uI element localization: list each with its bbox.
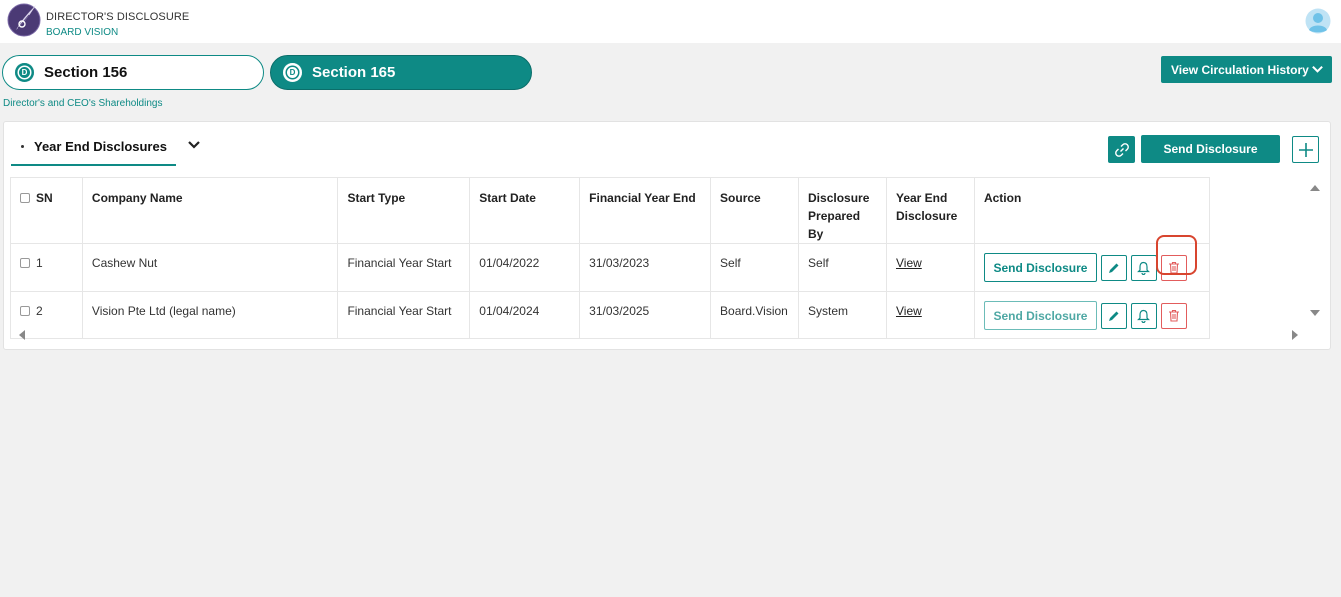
view-link[interactable]: View <box>896 256 922 270</box>
cell-source: Board.Vision <box>710 291 800 339</box>
link-icon <box>1114 142 1129 157</box>
cell-action: Send Disclosure <box>973 243 1211 292</box>
cell-company-name: Cashew Nut <box>81 243 339 292</box>
chevron-down-icon <box>1312 65 1323 73</box>
header-ye-line2: Disclosure <box>895 209 958 223</box>
bell-icon <box>1137 309 1151 323</box>
cell-year-end-disclosure: View <box>885 243 975 292</box>
section-165-pill[interactable]: D Section 165 <box>270 55 532 90</box>
section-badge: D <box>283 63 302 82</box>
row-send-disclosure-button[interactable]: Send Disclosure <box>983 253 1097 282</box>
header-prepared-by[interactable]: Disclosure Prepared By <box>798 177 887 244</box>
row-sn: 1 <box>36 256 43 270</box>
cell-year-end-disclosure: View <box>885 291 975 339</box>
table-header-row: SN Company Name Start Type Start Date Fi… <box>10 177 1211 244</box>
cell-company-name: Vision Pte Ltd (legal name) <box>81 291 339 339</box>
cell-prepared-by: Self <box>798 243 887 292</box>
circulation-button-label: View Circulation History <box>1171 62 1309 77</box>
pencil-icon <box>1108 263 1119 273</box>
scroll-down-arrow[interactable] <box>1310 310 1320 316</box>
header-start-type[interactable]: Start Type <box>337 177 471 244</box>
section-label: Section 165 <box>312 64 396 81</box>
view-link[interactable]: View <box>896 304 922 318</box>
cell-start-date: 01/04/2022 <box>469 243 581 292</box>
header-sn-label: SN <box>36 191 53 205</box>
scroll-up-arrow[interactable] <box>1310 185 1320 191</box>
cell-start-type: Financial Year Start <box>337 243 471 292</box>
header-year-end-disclosure[interactable]: Year End Disclosure <box>885 177 975 244</box>
tab-label: Year End Disclosures <box>34 139 167 154</box>
header-sn: SN <box>10 177 83 244</box>
cell-financial-year-end: 31/03/2023 <box>579 243 712 292</box>
scroll-right-arrow[interactable] <box>1292 330 1298 340</box>
user-avatar-icon[interactable] <box>1305 8 1331 34</box>
table-row: 1 Cashew Nut Financial Year Start 01/04/… <box>10 243 1211 292</box>
disclosures-table-container: SN Company Name Start Type Start Date Fi… <box>10 177 1211 339</box>
chevron-down-icon[interactable] <box>187 138 201 152</box>
row-sn: 2 <box>36 304 43 318</box>
header-prepared-by-line2: Prepared By <box>808 209 861 241</box>
cell-action: Send Disclosure <box>973 291 1211 339</box>
pencil-icon <box>1108 311 1119 321</box>
bell-icon <box>1137 261 1151 275</box>
scroll-left-arrow[interactable] <box>19 330 25 340</box>
select-all-checkbox[interactable] <box>20 193 30 203</box>
tab-year-end-disclosures[interactable]: Year End Disclosures <box>11 129 176 166</box>
row-checkbox[interactable] <box>20 258 30 268</box>
disclosures-table: SN Company Name Start Type Start Date Fi… <box>10 177 1211 339</box>
app-subtitle: BOARD VISION <box>46 27 119 38</box>
cell-start-type: Financial Year Start <box>337 291 471 339</box>
trash-icon <box>1168 261 1179 274</box>
header-financial-year-end[interactable]: Financial Year End <box>579 177 712 244</box>
cell-source: Self <box>710 243 800 292</box>
edit-button[interactable] <box>1100 302 1127 329</box>
section-156-pill[interactable]: D Section 156 <box>2 55 264 90</box>
copy-link-button[interactable] <box>1108 136 1135 163</box>
table-row: 2 Vision Pte Ltd (legal name) Financial … <box>10 291 1211 339</box>
cell-sn: 1 <box>10 243 83 292</box>
row-actions: Send Disclosure <box>983 253 1200 282</box>
edit-button[interactable] <box>1100 254 1127 281</box>
send-disclosure-button[interactable]: Send Disclosure <box>1141 135 1280 163</box>
notify-button[interactable] <box>1130 302 1157 329</box>
cell-prepared-by: System <box>798 291 887 339</box>
add-button[interactable] <box>1292 136 1319 163</box>
cell-financial-year-end: 31/03/2025 <box>579 291 712 339</box>
header-action: Action <box>973 177 1211 244</box>
app-title: DIRECTOR'S DISCLOSURE <box>46 11 190 23</box>
view-circulation-history-button[interactable]: View Circulation History <box>1161 56 1332 83</box>
delete-button[interactable] <box>1160 302 1187 329</box>
row-checkbox[interactable] <box>20 306 30 316</box>
header-ye-line1: Year End <box>895 191 948 205</box>
trash-icon <box>1168 309 1179 322</box>
top-bar: DIRECTOR'S DISCLOSURE BOARD VISION <box>0 0 1341 43</box>
delete-button[interactable] <box>1160 254 1187 281</box>
row-send-disclosure-button[interactable]: Send Disclosure <box>983 301 1097 330</box>
disclosures-card: Year End Disclosures Send Disclosure SN … <box>3 121 1331 350</box>
row-actions: Send Disclosure <box>983 301 1200 330</box>
header-start-date[interactable]: Start Date <box>469 177 581 244</box>
plus-icon <box>1298 142 1313 157</box>
page-subtitle: Director's and CEO's Shareholdings <box>3 98 163 109</box>
header-company-name[interactable]: Company Name <box>81 177 339 244</box>
bullet-icon <box>21 145 24 148</box>
header-source[interactable]: Source <box>710 177 800 244</box>
cell-start-date: 01/04/2024 <box>469 291 581 339</box>
feather-logo-icon[interactable] <box>7 3 41 37</box>
section-badge: D <box>15 63 34 82</box>
notify-button[interactable] <box>1130 254 1157 281</box>
header-prepared-by-line1: Disclosure <box>808 191 870 205</box>
section-label: Section 156 <box>44 64 128 81</box>
